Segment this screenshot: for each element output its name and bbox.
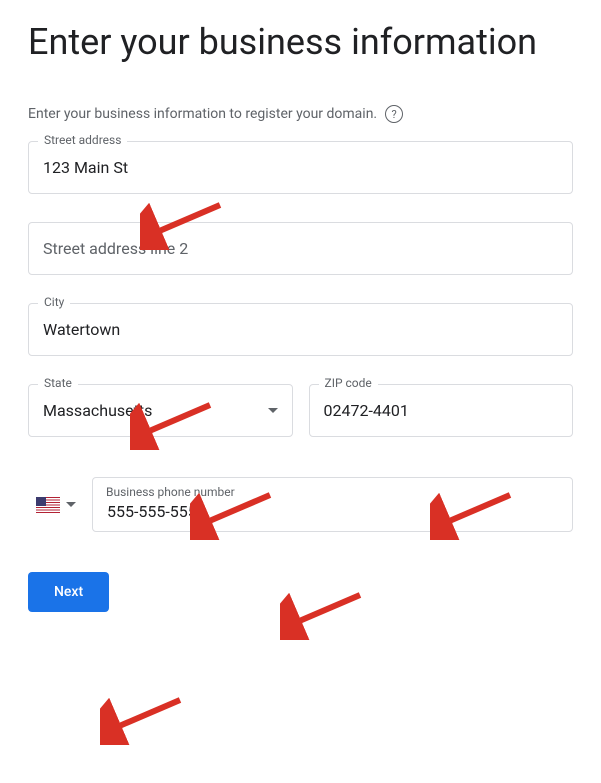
zip-field: ZIP code xyxy=(309,384,574,437)
state-label: State xyxy=(38,376,78,390)
subtitle-row: Enter your business information to regis… xyxy=(28,105,573,123)
country-selector[interactable] xyxy=(28,497,76,513)
city-label: City xyxy=(38,295,70,309)
phone-label: Business phone number xyxy=(106,485,235,499)
subtitle-text: Enter your business information to regis… xyxy=(28,106,377,122)
annotation-arrow-icon xyxy=(280,590,370,640)
state-value: Massachusetts xyxy=(43,401,152,420)
state-zip-row: State Massachusetts ZIP code xyxy=(28,384,573,437)
next-button[interactable]: Next xyxy=(28,572,109,612)
annotation-arrow-icon xyxy=(100,695,190,745)
chevron-down-icon xyxy=(66,502,76,507)
city-field: City xyxy=(28,303,573,356)
street-address-2-field xyxy=(28,222,573,275)
help-icon[interactable]: ? xyxy=(385,105,403,123)
phone-field: Business phone number xyxy=(92,477,573,532)
page-title: Enter your business information xyxy=(28,20,573,65)
street-address-input[interactable] xyxy=(28,141,573,194)
zip-label: ZIP code xyxy=(319,376,378,390)
zip-input[interactable] xyxy=(309,384,574,437)
us-flag-icon xyxy=(36,497,60,513)
phone-row: Business phone number xyxy=(28,477,573,532)
street-address-2-input[interactable] xyxy=(28,222,573,275)
street-address-label: Street address xyxy=(38,133,127,147)
street-address-field: Street address xyxy=(28,141,573,194)
state-field: State Massachusetts xyxy=(28,384,293,437)
chevron-down-icon xyxy=(268,408,278,413)
city-input[interactable] xyxy=(28,303,573,356)
state-select[interactable]: Massachusetts xyxy=(28,384,293,437)
